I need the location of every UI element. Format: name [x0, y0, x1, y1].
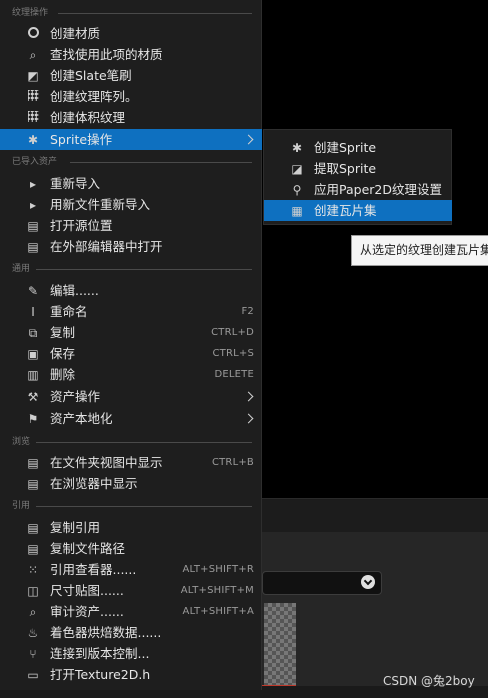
submenu-item-create-sprite[interactable]: ✱ 创建Sprite [264, 137, 452, 158]
menu-item-copy-file-path[interactable]: ▤ 复制文件路径 [0, 538, 262, 559]
rename-icon: I [31, 305, 35, 319]
size-map-icon: ◫ [27, 584, 39, 598]
section-header-common: 通用 [0, 263, 262, 275]
menu-item-shader-bake-data[interactable]: ♨ 着色器烘焙数据...... [0, 622, 262, 643]
menu-item-open-external-editor[interactable]: ▤ 在外部编辑器中打开 [0, 236, 262, 257]
menu-item-size-map[interactable]: ◫ 尺寸贴图...... ALT+SHIFT+M [0, 580, 262, 601]
copy-path-icon: ▤ [27, 542, 39, 556]
folder-icon: ▤ [27, 456, 39, 470]
menu-item-create-material[interactable]: 创建材质 [0, 23, 262, 44]
chevron-down-icon [361, 575, 375, 589]
texture-thumbnail[interactable] [264, 603, 296, 685]
editor-dropdown[interactable] [262, 571, 382, 595]
menu-item-show-in-browser[interactable]: ▤ 在浏览器中显示 [0, 473, 262, 494]
menu-item-create-volume-texture[interactable]: 创建体积纹理 [0, 107, 262, 128]
menu-item-create-texture-array[interactable]: 创建纹理阵列。 [0, 86, 262, 107]
sprite-actions-submenu: ✱ 创建Sprite ◪ 提取Sprite ⚲ 应用Paper2D纹理设置 ▦ … [263, 129, 452, 225]
menu-item-asset-localization[interactable]: ⚑ 资产本地化 [0, 408, 262, 429]
section-header-references: 引用 [0, 500, 262, 512]
menu-item-asset-actions[interactable]: ⚒ 资产操作 [0, 386, 262, 407]
chevron-right-icon [243, 391, 254, 402]
menu-item-create-slate-brush[interactable]: ◩ 创建Slate笔刷 [0, 65, 262, 86]
external-editor-icon: ▤ [27, 240, 39, 254]
sprite-icon: ✱ [27, 133, 39, 147]
submenu-item-create-tileset[interactable]: ▦ 创建瓦片集 [264, 200, 452, 221]
section-header-texture-actions: 纹理操作 [0, 7, 262, 19]
reference-viewer-icon: ⁙ [27, 563, 39, 577]
save-icon: ▣ [27, 347, 39, 361]
watermark: CSDN @兔2boy [383, 674, 475, 688]
context-menu: 纹理操作 创建材质 ⌕ 查找使用此项的材质 ◩ 创建Slate笔刷 创建纹理阵列… [0, 0, 262, 690]
submenu-item-apply-paper2d-settings[interactable]: ⚲ 应用Paper2D纹理设置 [264, 179, 452, 200]
editor-panel-strip [262, 498, 488, 533]
menu-item-edit[interactable]: ✎ 编辑...... [0, 280, 262, 301]
menu-item-copy-reference[interactable]: ▤ 复制引用 [0, 517, 262, 538]
paper2d-settings-icon: ⚲ [292, 183, 302, 197]
menu-item-find-materials[interactable]: ⌕ 查找使用此项的材质 [0, 44, 262, 65]
menu-item-reimport-new-file[interactable]: ▸ 用新文件重新导入 [0, 194, 262, 215]
chevron-right-icon [243, 413, 254, 424]
menu-item-show-in-folder-view[interactable]: ▤ 在文件夹视图中显示 CTRL+B [0, 452, 262, 473]
trash-icon: ▥ [27, 368, 39, 382]
create-sprite-icon: ✱ [291, 141, 303, 155]
menu-item-audit-assets[interactable]: ⌕ 审计资产...... ALT+SHIFT+A [0, 601, 262, 622]
menu-item-sprite-actions[interactable]: ✱ Sprite操作 [0, 129, 262, 150]
reimport-file-icon: ▸ [29, 198, 37, 212]
flag-icon: ⚑ [27, 412, 39, 426]
menu-item-reimport[interactable]: ▸ 重新导入 [0, 173, 262, 194]
wrench-icon: ⚒ [27, 390, 39, 404]
tooltip: 从选定的纹理创建瓦片集 [351, 235, 488, 266]
reimport-icon: ▸ [29, 177, 37, 191]
duplicate-icon: ⧉ [28, 326, 38, 340]
folder-open-icon: ▤ [27, 219, 39, 233]
pencil-icon: ✎ [27, 284, 39, 298]
menu-item-delete[interactable]: ▥ 删除 DELETE [0, 364, 262, 385]
copy-icon: ▤ [27, 521, 39, 535]
menu-item-duplicate[interactable]: ⧉ 复制 CTRL+D [0, 322, 262, 343]
section-header-imported-assets: 已导入资产 [0, 156, 262, 168]
menu-item-connect-source-control[interactable]: ⑂ 连接到版本控制... [0, 643, 262, 664]
tileset-icon: ▦ [291, 204, 303, 218]
menu-item-rename[interactable]: I 重命名 F2 [0, 301, 262, 322]
volume-texture-icon [26, 111, 40, 125]
browser-folder-icon: ▤ [27, 477, 39, 491]
menu-item-open-texture2d-h[interactable]: ▭ 打开Texture2D.h [0, 664, 262, 685]
shader-bake-icon: ♨ [27, 626, 39, 640]
menu-item-save[interactable]: ▣ 保存 CTRL+S [0, 343, 262, 364]
chevron-right-icon [243, 134, 254, 145]
material-sphere-icon [26, 27, 40, 41]
audit-icon: ⌕ [29, 605, 37, 619]
submenu-item-extract-sprite[interactable]: ◪ 提取Sprite [264, 158, 452, 179]
source-control-icon: ⑂ [29, 647, 37, 661]
search-icon: ⌕ [29, 48, 37, 62]
section-header-browse: 浏览 [0, 436, 262, 448]
extract-sprite-icon: ◪ [291, 162, 303, 176]
menu-item-reference-viewer[interactable]: ⁙ 引用查看器...... ALT+SHIFT+R [0, 559, 262, 580]
texture-array-icon [26, 90, 40, 104]
brush-icon: ◩ [27, 69, 39, 83]
menu-item-open-source-location[interactable]: ▤ 打开源位置 [0, 215, 262, 236]
code-file-icon: ▭ [27, 668, 39, 682]
